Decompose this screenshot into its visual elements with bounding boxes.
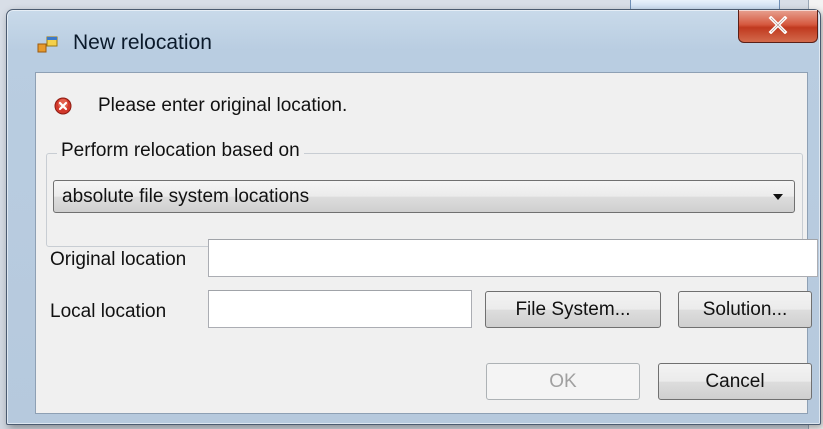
relocation-basis-dropdown[interactable]: absolute file system locations — [53, 180, 795, 213]
close-button[interactable] — [738, 10, 818, 43]
original-location-input[interactable] — [208, 239, 818, 277]
validation-message: Please enter original location. — [98, 95, 348, 116]
close-icon — [768, 16, 788, 34]
original-location-label: Original location — [50, 249, 187, 270]
local-location-label: Local location — [50, 301, 167, 322]
relocation-basis-group: Perform relocation based on absolute fil… — [46, 140, 803, 247]
dialog-client-area: Please enter original location. Perform … — [35, 72, 818, 414]
relocation-basis-label: Perform relocation based on — [57, 140, 304, 162]
solution-button[interactable]: Solution... — [678, 291, 812, 328]
new-relocation-dialog: New relocation Please enter original loc… — [6, 9, 821, 425]
file-system-button[interactable]: File System... — [485, 291, 661, 328]
ok-button[interactable]: OK — [486, 363, 640, 400]
dropdown-arrow-icon — [773, 194, 783, 200]
window-app-icon — [37, 36, 58, 53]
local-location-input[interactable] — [208, 290, 472, 328]
relocation-basis-selected: absolute file system locations — [62, 186, 310, 207]
error-icon — [54, 97, 72, 115]
title-bar[interactable]: New relocation — [7, 10, 820, 70]
cancel-button[interactable]: Cancel — [658, 363, 812, 400]
dialog-title: New relocation — [73, 31, 212, 54]
